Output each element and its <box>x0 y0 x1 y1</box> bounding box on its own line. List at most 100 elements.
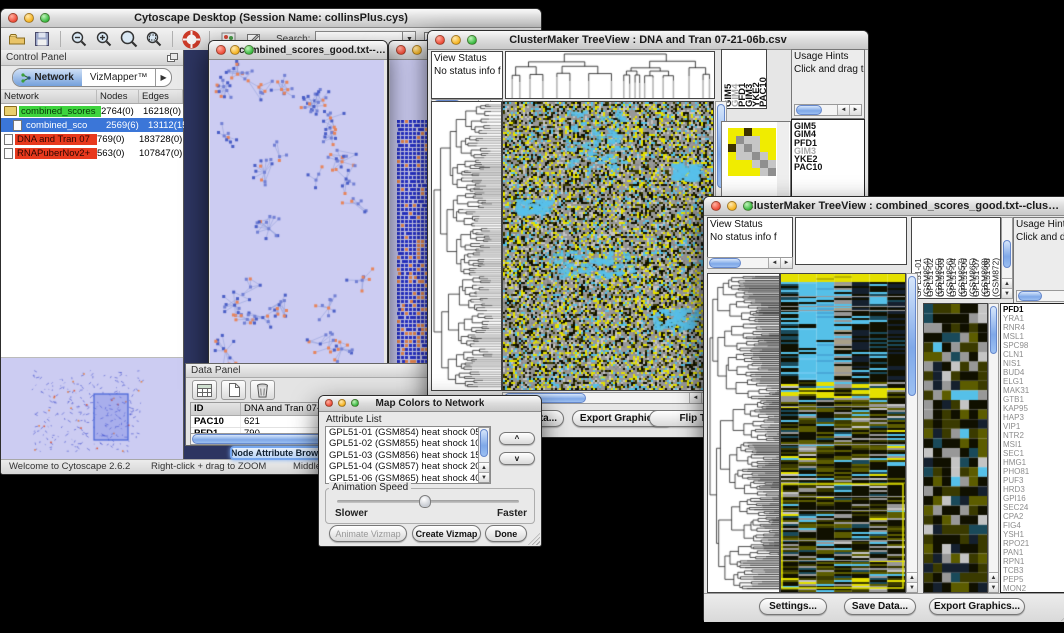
scrollbar-thumb[interactable] <box>1018 291 1042 301</box>
new-attribute-button[interactable] <box>221 380 246 400</box>
usage-hints-scrollbar[interactable] <box>1016 290 1064 302</box>
gene-list-item[interactable]: PHO81 <box>1001 467 1064 476</box>
tab-network[interactable]: Network <box>13 69 81 86</box>
scrollbar-thumb[interactable] <box>796 105 822 115</box>
gene-list-item[interactable]: YRA1 <box>1001 314 1064 323</box>
gene-list-item[interactable]: GPI16 <box>1001 494 1064 503</box>
gene-list-item[interactable]: CLN1 <box>1001 350 1064 359</box>
global-dendrogram[interactable] <box>708 274 779 592</box>
minimize-button[interactable] <box>451 35 461 45</box>
view-status-scrollbar[interactable]: ◄► <box>707 257 793 269</box>
save-session-button[interactable] <box>32 30 52 49</box>
column-label[interactable]: GPL51-08 (GSM872) <box>983 219 995 297</box>
expression-heatmap[interactable] <box>503 102 713 390</box>
global-heatmap-vscrollbar[interactable]: ▲▼ <box>906 273 918 593</box>
scrollbar-thumb[interactable] <box>1003 240 1011 268</box>
attribute-list-scrollbar[interactable]: ▲▼ <box>478 427 490 483</box>
zoom-heatmap[interactable] <box>924 304 987 592</box>
gene-list-item[interactable]: SEC24 <box>1001 503 1064 512</box>
scrollbar-thumb[interactable] <box>480 429 488 457</box>
close-button[interactable] <box>396 45 406 55</box>
gene-list-item[interactable]: MSL1 <box>1001 332 1064 341</box>
network-list-row[interactable]: combined_scores2764(0)16218(0) <box>1 104 183 118</box>
gene-list-item[interactable]: TCB3 <box>1001 566 1064 575</box>
zoom-in-button[interactable] <box>94 30 114 49</box>
close-button[interactable] <box>325 399 333 407</box>
animate-vizmap-button[interactable]: Animate Vizmap <box>329 525 407 542</box>
network-list-row[interactable]: DNA and Tran 07769(0)183728(0) <box>1 132 183 146</box>
settings-button[interactable]: Settings... <box>759 598 827 615</box>
gene-list-item[interactable]: CPA2 <box>1001 512 1064 521</box>
minimize-button[interactable] <box>412 45 422 55</box>
zoom-button[interactable] <box>467 35 477 45</box>
column-label[interactable]: GPL51-06 (GSM865) <box>960 219 972 297</box>
scroll-left-button[interactable]: ◄ <box>768 258 780 268</box>
help-button[interactable] <box>181 30 201 49</box>
gene-list-item[interactable]: SEC1 <box>1001 449 1064 458</box>
gene-list-item[interactable]: SPC98 <box>1001 341 1064 350</box>
gene-list-item[interactable]: FIG4 <box>1001 521 1064 530</box>
column-header-id[interactable]: ID <box>191 403 241 415</box>
zoom-out-button[interactable] <box>69 30 89 49</box>
resize-grip[interactable] <box>528 533 540 545</box>
scrollbar-thumb[interactable] <box>908 276 916 396</box>
attribute-list[interactable]: GPL51-01 (GSM854) heat shock 05 minGPL51… <box>325 426 491 484</box>
create-vizmap-button[interactable]: Create Vizmap <box>412 525 481 542</box>
zoom-button[interactable] <box>743 201 753 211</box>
gene-list-item[interactable]: KAP95 <box>1001 404 1064 413</box>
gene-list-item[interactable]: PUF3 <box>1001 476 1064 485</box>
close-button[interactable] <box>216 45 226 55</box>
zoom-button[interactable] <box>40 13 50 23</box>
usage-hints-scrollbar[interactable]: ◄► <box>794 104 862 116</box>
minimize-button[interactable] <box>24 13 34 23</box>
gene-list-item[interactable]: HRD3 <box>1001 485 1064 494</box>
close-button[interactable] <box>8 13 18 23</box>
scroll-up-button[interactable]: ▲ <box>907 572 917 582</box>
dialog-titlebar[interactable]: Map Colors to Network <box>319 396 541 412</box>
zoom-button[interactable] <box>351 399 359 407</box>
gene-list-item[interactable]: RPO21 <box>1001 539 1064 548</box>
zoom-button[interactable] <box>244 45 254 55</box>
network1-titlebar[interactable]: combined_scores_good.txt--cluste... <box>209 41 387 60</box>
gene-list-item[interactable]: BUD4 <box>1001 368 1064 377</box>
attribute-list-item[interactable]: GPL51-01 (GSM854) heat shock 05 min <box>326 427 490 438</box>
gene-list-item[interactable]: NIS1 <box>1001 359 1064 368</box>
scroll-left-button[interactable]: ◄ <box>689 393 701 403</box>
network-overview-thumbnail[interactable] <box>1 358 183 460</box>
gene-list-item[interactable]: MON2 <box>1001 584 1064 593</box>
attribute-list-item[interactable]: GPL51-03 (GSM856) heat shock 15 min <box>326 450 490 461</box>
gene-list-item[interactable]: PFD1 <box>1001 305 1064 314</box>
scroll-left-button[interactable]: ◄ <box>837 105 849 115</box>
delete-attribute-button[interactable] <box>250 380 275 400</box>
done-button[interactable]: Done <box>485 525 527 542</box>
gene-list-item[interactable]: HAP3 <box>1001 413 1064 422</box>
gene-list-item[interactable]: NTR2 <box>1001 431 1064 440</box>
scroll-up-button[interactable]: ▲ <box>479 462 489 472</box>
gene-list-item[interactable]: RPN1 <box>1001 557 1064 566</box>
zoom-vscrollbar[interactable]: ▲▼ <box>988 303 999 593</box>
column-label[interactable]: PAC10 <box>759 51 766 107</box>
tab-vizmapper[interactable]: VizMapper™ <box>82 69 156 86</box>
gene-list[interactable]: PFD1YRA1RNR4MSL1SPC98CLN1NIS1BUD4ELG1MAK… <box>1000 303 1064 593</box>
minimize-button[interactable] <box>727 201 737 211</box>
attribute-list-item[interactable]: GPL51-04 (GSM857) heat shock 20 min <box>326 461 490 472</box>
save-data-button[interactable]: Save Data... <box>844 598 916 615</box>
close-button[interactable] <box>711 201 721 211</box>
network-list-row[interactable]: RNAPuberNov2+563(0)107847(0) <box>1 146 183 160</box>
column-label[interactable]: GPL51-03 (GSM856) <box>937 219 949 297</box>
column-labels-scrollbar[interactable]: ▲▼ <box>1001 217 1013 299</box>
network-list-row[interactable]: combined_sco2569(6)13112(15) <box>1 118 183 132</box>
gene-list-item[interactable]: PEP5 <box>1001 575 1064 584</box>
move-up-button[interactable]: ^ <box>499 432 535 445</box>
gene-list-item[interactable]: RNR4 <box>1001 323 1064 332</box>
node-attribute-browser-tab[interactable]: Node Attribute Brows <box>230 446 324 460</box>
more-tabs-arrow[interactable]: ▶ <box>155 69 170 86</box>
select-attributes-button[interactable] <box>192 380 217 400</box>
scroll-up-button[interactable]: ▲ <box>1002 278 1012 288</box>
scrollbar-thumb[interactable] <box>990 306 997 354</box>
minimize-button[interactable] <box>230 45 240 55</box>
attribute-list-item[interactable]: GPL51-02 (GSM855) heat shock 10 min <box>326 438 490 449</box>
zoom-fit-button[interactable] <box>119 30 139 49</box>
main-titlebar[interactable]: Cytoscape Desktop (Session Name: collins… <box>1 9 541 28</box>
scroll-down-button[interactable]: ▼ <box>479 472 489 482</box>
